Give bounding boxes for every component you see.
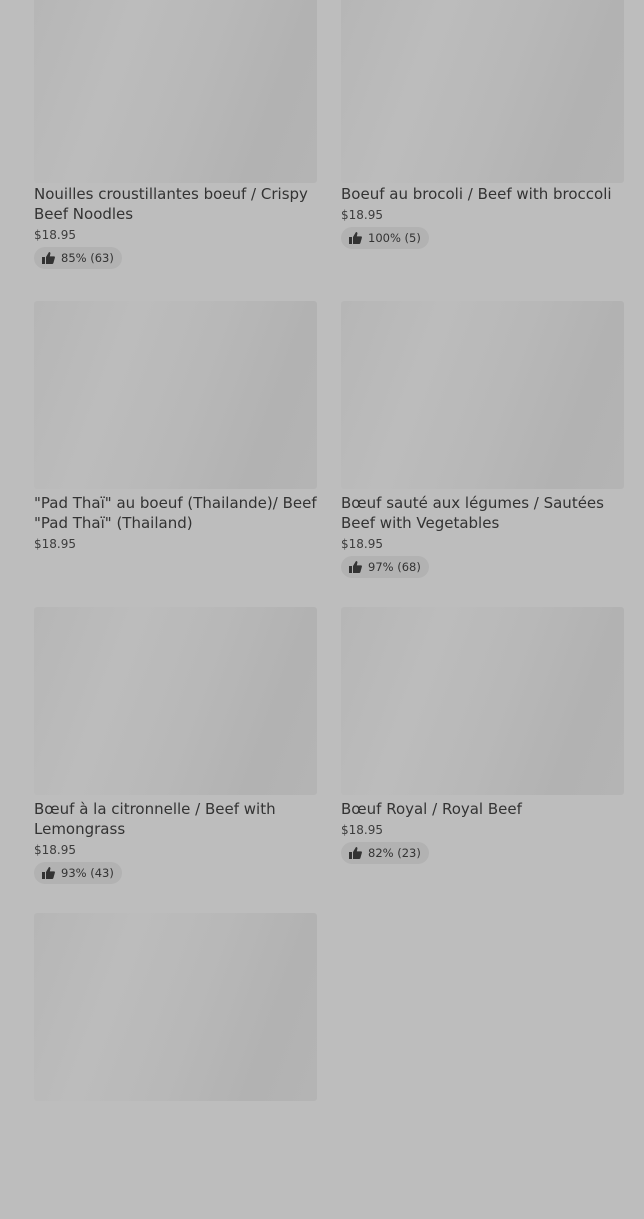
menu-item-image[interactable] [341, 301, 624, 489]
menu-item-image[interactable] [341, 607, 624, 795]
menu-item-price: $18.95 [34, 537, 76, 551]
rating-text: 93% (43) [61, 866, 114, 880]
thumbs-up-icon [349, 561, 362, 573]
thumbs-up-icon [349, 232, 362, 244]
menu-item-image[interactable] [34, 607, 317, 795]
menu-item-title: Nouilles croustillantes boeuf / Crispy B… [34, 185, 308, 223]
rating-badge: 82% (23) [341, 842, 429, 864]
menu-item-card[interactable] [34, 913, 317, 1219]
rating-text: 100% (5) [368, 231, 421, 245]
menu-item-card[interactable]: Bœuf Royal / Royal Beef $18.95 82% (23) [341, 607, 624, 913]
rating-text: 97% (68) [368, 560, 421, 574]
menu-item-price: $18.95 [34, 843, 76, 857]
thumbs-up-icon [42, 252, 55, 264]
thumbs-up-icon [349, 847, 362, 859]
rating-text: 82% (23) [368, 846, 421, 860]
menu-item-price: $18.95 [341, 208, 383, 222]
menu-item-card[interactable]: Bœuf sauté aux légumes / Sautées Beef wi… [341, 301, 624, 607]
menu-item-card[interactable]: "Pad Thaï" au boeuf (Thailande)/ Beef "P… [34, 301, 317, 607]
rating-text: 85% (63) [61, 251, 114, 265]
menu-item-image[interactable] [34, 913, 317, 1101]
menu-item-title: Bœuf à la citronnelle / Beef with Lemong… [34, 800, 276, 838]
menu-item-title: Bœuf sauté aux légumes / Sautées Beef wi… [341, 494, 604, 532]
menu-item-image[interactable] [34, 0, 317, 183]
rating-badge: 93% (43) [34, 862, 122, 884]
menu-item-title: Bœuf Royal / Royal Beef [341, 800, 522, 818]
menu-item-price: $18.95 [34, 228, 76, 242]
thumbs-up-icon [42, 867, 55, 879]
menu-item-title: Boeuf au brocoli / Beef with broccoli [341, 185, 612, 203]
rating-badge: 97% (68) [341, 556, 429, 578]
menu-item-image[interactable] [341, 0, 624, 183]
menu-item-price: $18.95 [341, 823, 383, 837]
menu-item-title: "Pad Thaï" au boeuf (Thailande)/ Beef "P… [34, 494, 317, 532]
rating-badge: 100% (5) [341, 227, 429, 249]
rating-badge: 85% (63) [34, 247, 122, 269]
menu-item-card[interactable]: Bœuf à la citronnelle / Beef with Lemong… [34, 607, 317, 913]
menu-item-price: $18.95 [341, 537, 383, 551]
menu-item-image[interactable] [34, 301, 317, 489]
